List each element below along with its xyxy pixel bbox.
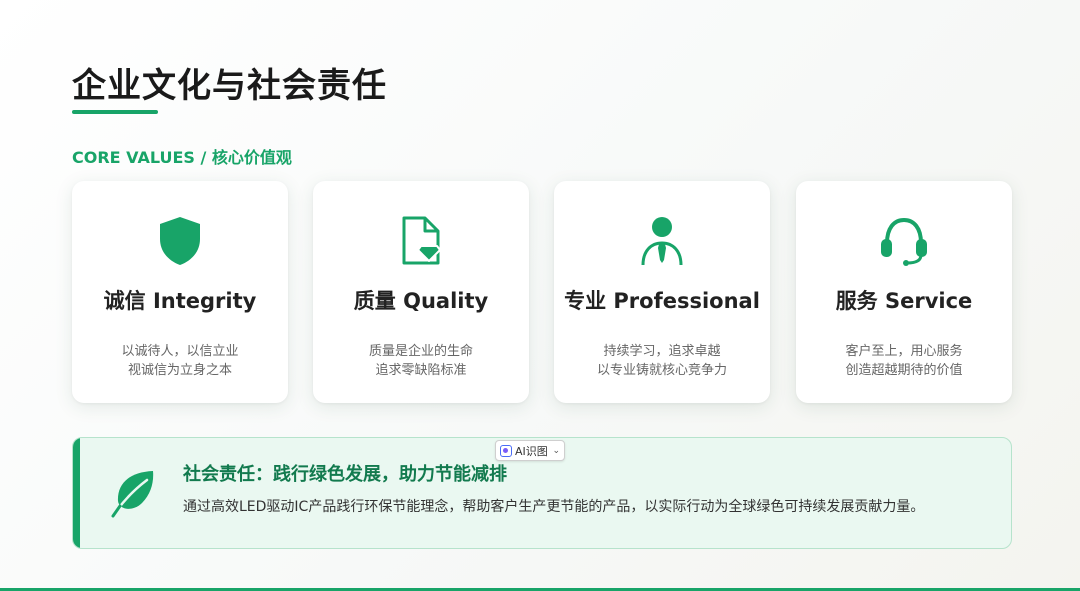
card-title: 质量 Quality xyxy=(353,289,489,313)
value-card-quality: 质量 Quality 质量是企业的生命 追求零缺陷标准 xyxy=(313,181,529,403)
card-description: 以诚待人，以信立业 视诚信为立身之本 xyxy=(72,342,288,380)
card-description-line: 追求零缺陷标准 xyxy=(375,363,467,378)
value-card-service: 服务 Service 客户至上，用心服务 创造超越期待的价值 xyxy=(796,181,1012,403)
page-title: 企业文化与社会责任 xyxy=(72,66,387,106)
card-description-line: 视诚信为立身之本 xyxy=(127,363,232,378)
document-diamond-icon xyxy=(313,215,529,267)
card-description: 质量是企业的生命 追求零缺陷标准 xyxy=(313,342,529,380)
professional-person-icon xyxy=(554,215,770,267)
ai-chip-label: AI识图 xyxy=(515,444,548,458)
card-description: 客户至上，用心服务 创造超越期待的价值 xyxy=(796,342,1012,380)
panel-text: 通过高效LED驱动IC产品践行环保节能理念，帮助客户生产更节能的产品，以实际行动… xyxy=(183,499,925,515)
ai-image-recognition-button[interactable]: AI识图 ⌄ xyxy=(495,440,565,461)
headset-icon xyxy=(796,215,1012,267)
card-title: 专业 Professional xyxy=(564,289,760,313)
chevron-down-icon: ⌄ xyxy=(552,445,560,456)
shield-icon xyxy=(72,215,288,267)
panel-title: 社会责任：践行绿色发展，助力节能减排 xyxy=(183,464,507,485)
value-card-integrity: 诚信 Integrity 以诚待人，以信立业 视诚信为立身之本 xyxy=(72,181,288,403)
panel-accent-bar xyxy=(73,438,80,548)
card-description: 持续学习，追求卓越 以专业铸就核心竞争力 xyxy=(554,342,770,380)
section-label: CORE VALUES / 核心价值观 xyxy=(72,148,292,167)
card-description-line: 持续学习，追求卓越 xyxy=(603,344,721,359)
leaf-icon xyxy=(109,468,159,522)
ai-scan-icon xyxy=(500,444,512,457)
card-description-line: 客户至上，用心服务 xyxy=(845,344,963,359)
card-description-line: 质量是企业的生命 xyxy=(368,344,473,359)
core-values-cards: 诚信 Integrity 以诚待人，以信立业 视诚信为立身之本 质量 Quali… xyxy=(72,181,1013,403)
card-description-line: 以专业铸就核心竞争力 xyxy=(596,363,727,378)
card-description-line: 创造超越期待的价值 xyxy=(845,363,963,378)
card-title: 诚信 Integrity xyxy=(103,289,257,313)
card-title: 服务 Service xyxy=(835,289,973,313)
card-description-line: 以诚待人，以信立业 xyxy=(121,344,239,359)
title-underline xyxy=(72,110,158,114)
value-card-professional: 专业 Professional 持续学习，追求卓越 以专业铸就核心竞争力 xyxy=(554,181,770,403)
